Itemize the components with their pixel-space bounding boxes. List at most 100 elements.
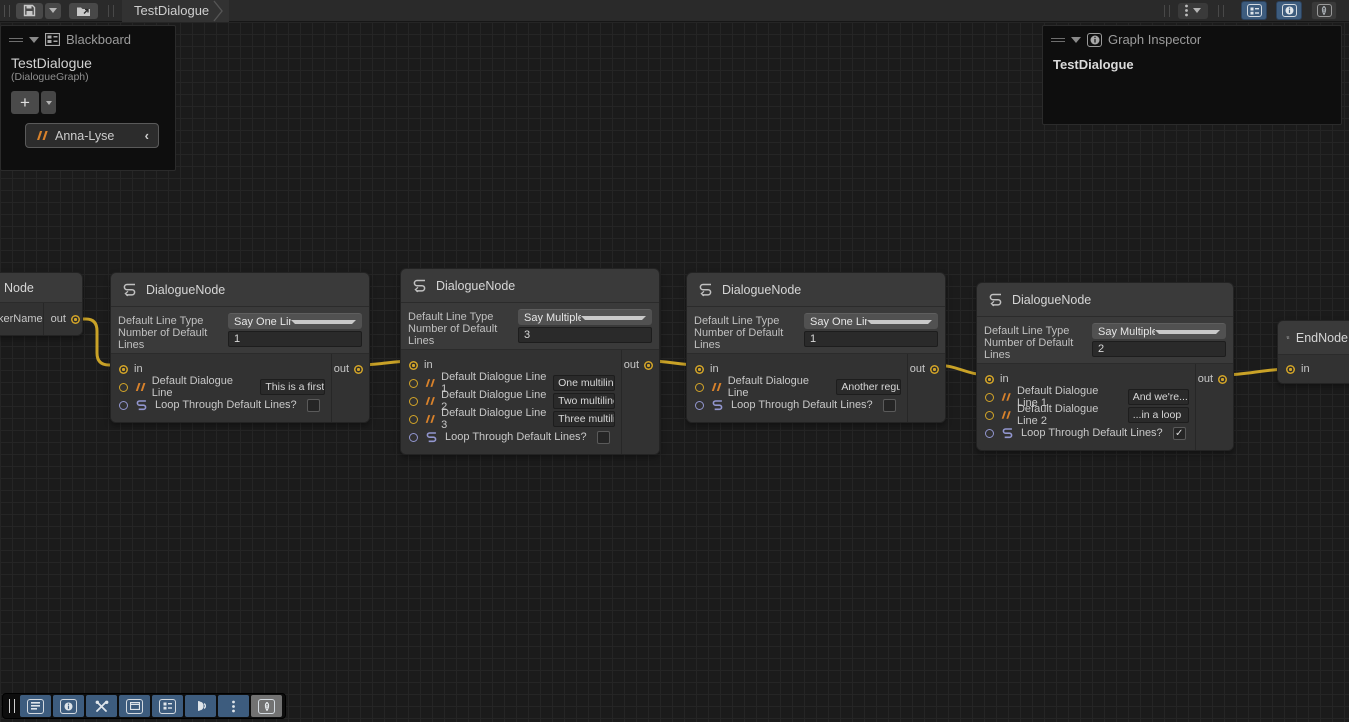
toolbar-drag-handle[interactable]	[4, 5, 10, 17]
dialogue-line-port[interactable]	[119, 383, 128, 392]
output-port[interactable]	[71, 315, 80, 324]
input-port[interactable]	[119, 365, 128, 374]
toolbar-drag-handle[interactable]	[9, 699, 15, 713]
loop-port[interactable]	[985, 429, 994, 438]
dialogue-node-2[interactable]: DialogueNode Default Line Type Say Multi…	[400, 268, 660, 455]
blackboard-button[interactable]	[152, 695, 183, 717]
graph-inspector-header[interactable]: Graph Inspector	[1043, 26, 1341, 51]
tools-button[interactable]	[86, 695, 117, 717]
blackboard-toggle-button[interactable]	[1241, 1, 1267, 20]
window-button[interactable]	[119, 695, 150, 717]
dialogue-line-port[interactable]	[985, 393, 994, 402]
collapse-triangle-icon[interactable]	[1071, 37, 1081, 43]
breadcrumb-chevron-icon	[213, 0, 223, 22]
dialogue-node-4[interactable]: DialogueNode Default Line Type Say Multi…	[976, 282, 1234, 451]
line-type-label: Default Line Type	[694, 315, 804, 327]
output-port[interactable]	[354, 365, 363, 374]
save-options-button[interactable]	[45, 3, 61, 19]
dialogue-line-field[interactable]: Two multiline	[553, 393, 615, 409]
output-port[interactable]	[930, 365, 939, 374]
input-port[interactable]	[1286, 365, 1295, 374]
breadcrumb-label: TestDialogue	[134, 3, 209, 18]
loop-label: Loop Through Default Lines?	[445, 431, 587, 443]
loop-port[interactable]	[119, 401, 128, 410]
num-lines-input[interactable]: 3	[518, 327, 652, 343]
loop-checkbox[interactable]: ✓	[1173, 427, 1186, 440]
line-type-label: Default Line Type	[984, 325, 1092, 337]
info-icon	[1087, 33, 1102, 47]
collapse-triangle-icon[interactable]	[29, 37, 39, 43]
drag-grip-icon[interactable]	[9, 36, 23, 44]
info-button[interactable]	[53, 695, 84, 717]
input-port[interactable]	[695, 365, 704, 374]
loop-checkbox[interactable]	[597, 431, 610, 444]
dialogue-line-field[interactable]: Another regu	[836, 379, 901, 395]
end-node[interactable]: EndNode in	[1277, 320, 1349, 384]
dialogue-line-field[interactable]: ...in a loop	[1128, 407, 1189, 423]
graph-inspector-toggle-button[interactable]	[1276, 1, 1302, 20]
drag-grip-icon[interactable]	[1051, 36, 1065, 44]
minimap-pen-icon	[1317, 4, 1332, 17]
output-port[interactable]	[1218, 375, 1227, 384]
dialogue-line-port[interactable]	[985, 411, 994, 420]
toolbar-overflow-button[interactable]	[218, 695, 249, 717]
line-type-dropdown[interactable]: Say Multiple Lines	[518, 309, 652, 325]
port-label: kerName	[0, 313, 43, 325]
dialogue-playback-icon	[194, 700, 208, 712]
dialogue-line-label: Default Dialogue Line 3	[441, 407, 547, 431]
dialogue-line-field[interactable]: And we're...	[1128, 389, 1189, 405]
graph-breadcrumb-tab[interactable]: TestDialogue	[122, 0, 229, 22]
loop-port[interactable]	[695, 401, 704, 410]
speaker-node-clipped[interactable]: Node kerName out	[0, 272, 83, 336]
line-type-dropdown[interactable]: Say One Line	[804, 313, 938, 329]
out-port-label: out	[624, 359, 639, 371]
loop-checkbox[interactable]	[307, 399, 320, 412]
input-port[interactable]	[409, 361, 418, 370]
open-asset-button[interactable]	[69, 3, 98, 19]
dialogue-line-field[interactable]: One multiline	[553, 375, 615, 391]
dialogue-line-port[interactable]	[695, 383, 704, 392]
quote-icon	[1000, 410, 1011, 420]
dialogue-line-field[interactable]: Three multilin	[553, 411, 615, 427]
dialogue-line-port[interactable]	[409, 397, 418, 406]
dialogue-flow-icon	[121, 282, 138, 297]
minimap-toggle-button[interactable]	[1311, 1, 1337, 20]
document-button[interactable]	[20, 695, 51, 717]
dialogue-line-port[interactable]	[409, 379, 418, 388]
output-port[interactable]	[644, 361, 653, 370]
quote-icon	[424, 396, 435, 406]
dialogue-line-field[interactable]: This is a first	[260, 379, 325, 395]
num-lines-input[interactable]: 1	[228, 331, 362, 347]
dialogue-playback-button[interactable]	[185, 695, 216, 717]
info-icon	[60, 699, 77, 714]
chevron-down-icon	[1193, 8, 1201, 13]
minimap-pen-button[interactable]	[251, 695, 282, 717]
add-property-options-button[interactable]	[41, 91, 56, 114]
num-lines-label: Number of Default Lines	[408, 323, 518, 347]
overflow-menu-button[interactable]	[1178, 3, 1208, 19]
add-property-button[interactable]: +	[11, 91, 39, 114]
node-title[interactable]: Node	[0, 273, 82, 303]
input-port[interactable]	[985, 375, 994, 384]
num-lines-label: Number of Default Lines	[118, 327, 228, 351]
dialogue-node-3[interactable]: DialogueNode Default Line Type Say One L…	[686, 272, 946, 423]
blackboard-property-anna-lyse[interactable]: Anna-Lyse ‹	[25, 123, 159, 148]
dialogue-line-port[interactable]	[409, 415, 418, 424]
chevron-left-icon[interactable]: ‹	[145, 128, 149, 143]
dialogue-node-1[interactable]: DialogueNode Default Line Type Say One L…	[110, 272, 370, 423]
num-lines-input[interactable]: 2	[1092, 341, 1226, 357]
loop-port[interactable]	[409, 433, 418, 442]
loop-label: Loop Through Default Lines?	[731, 399, 873, 411]
out-port-label: out	[51, 313, 66, 325]
node-title: DialogueNode	[722, 283, 801, 297]
blackboard-graph-name[interactable]: TestDialogue	[1, 51, 175, 71]
in-port-label: in	[1301, 363, 1310, 375]
dialogue-line-label: Default Dialogue Line	[728, 375, 831, 399]
num-lines-input[interactable]: 1	[804, 331, 938, 347]
line-type-dropdown[interactable]: Say One Line	[228, 313, 362, 329]
blackboard-graph-type: (DialogueGraph)	[1, 71, 175, 83]
save-button[interactable]	[16, 3, 43, 19]
loop-checkbox[interactable]	[883, 399, 896, 412]
blackboard-header[interactable]: Blackboard	[1, 26, 175, 51]
line-type-dropdown[interactable]: Say Multiple Lines	[1092, 323, 1226, 339]
